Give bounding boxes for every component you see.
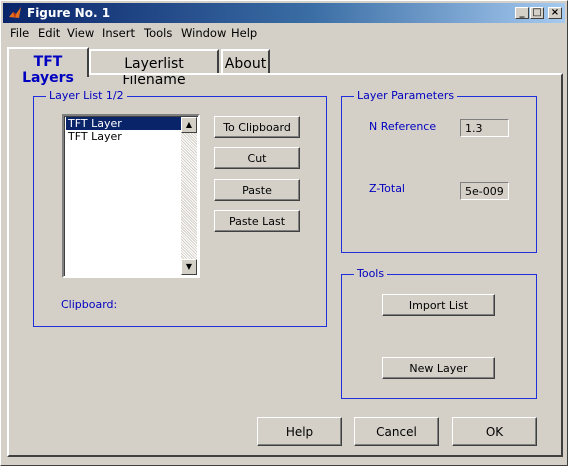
- menu-file[interactable]: File: [10, 26, 29, 40]
- menu-window[interactable]: Window: [181, 26, 226, 40]
- z-total-label: Z-Total: [369, 182, 405, 195]
- scroll-down-icon[interactable]: ▼: [181, 259, 197, 275]
- cut-button[interactable]: Cut: [214, 147, 300, 169]
- layer-list-title: Layer List 1/2: [46, 89, 127, 103]
- scroll-up-icon[interactable]: ▲: [181, 117, 197, 133]
- paste-last-button[interactable]: Paste Last: [214, 210, 300, 232]
- new-layer-button[interactable]: New Layer: [382, 357, 495, 379]
- maximize-button[interactable]: □: [530, 7, 544, 19]
- tab-tft-layers[interactable]: TFT Layers: [7, 47, 89, 86]
- menu-help[interactable]: Help: [231, 26, 257, 40]
- paste-button[interactable]: Paste: [214, 179, 300, 201]
- menu-edit[interactable]: Edit: [38, 26, 60, 40]
- figure-window: Figure No. 1 _ □ × File Edit View Insert…: [0, 0, 568, 466]
- help-button[interactable]: Help: [257, 417, 342, 446]
- n-reference-field[interactable]: 1.3: [460, 119, 509, 137]
- clipboard-label: Clipboard:: [61, 298, 118, 311]
- menu-bar: File Edit View Insert Tools Window Help: [3, 23, 565, 42]
- menu-view[interactable]: View: [67, 26, 94, 40]
- window-title: Figure No. 1: [27, 6, 111, 20]
- import-list-button[interactable]: Import List: [382, 294, 495, 316]
- tools-group: Tools: [341, 267, 537, 399]
- layer-listbox[interactable]: TFT Layer TFT Layer ▲ ▼: [62, 114, 200, 278]
- menu-tools[interactable]: Tools: [144, 26, 172, 40]
- menu-insert[interactable]: Insert: [102, 26, 135, 40]
- z-total-field[interactable]: 5e-009: [460, 182, 509, 200]
- list-item[interactable]: TFT Layer: [66, 130, 182, 143]
- title-bar[interactable]: Figure No. 1 _ □ ×: [3, 3, 565, 23]
- list-scrollbar[interactable]: ▲ ▼: [181, 117, 197, 275]
- matlab-logo-icon: [9, 7, 21, 19]
- tab-layerlist-filename[interactable]: Layerlist Filename: [89, 49, 219, 88]
- close-button[interactable]: ×: [548, 7, 562, 19]
- to-clipboard-button[interactable]: To Clipboard: [214, 116, 300, 138]
- tools-title: Tools: [354, 267, 388, 281]
- list-item[interactable]: TFT Layer: [66, 117, 182, 130]
- tab-about[interactable]: About: [221, 49, 270, 75]
- minimize-button[interactable]: _: [515, 7, 529, 19]
- n-reference-label: N Reference: [369, 120, 437, 133]
- layer-parameters-title: Layer Parameters: [354, 89, 458, 103]
- ok-button[interactable]: OK: [452, 417, 537, 446]
- cancel-button[interactable]: Cancel: [354, 417, 439, 446]
